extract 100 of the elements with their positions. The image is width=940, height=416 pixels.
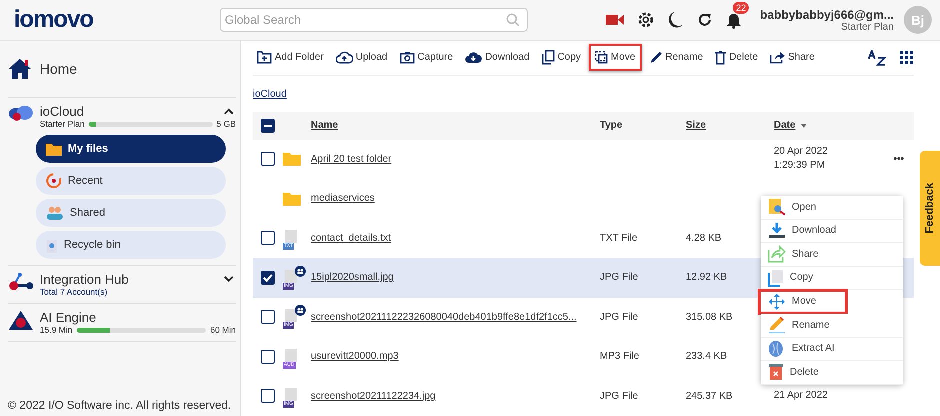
clock-icon xyxy=(46,173,62,189)
cloud-upload-icon xyxy=(336,51,353,64)
video-camera-icon[interactable] xyxy=(606,14,624,26)
limit-label: 60 Min xyxy=(210,325,236,335)
sort-caret-icon xyxy=(800,124,807,128)
copy-icon xyxy=(542,50,555,66)
row-checkbox[interactable] xyxy=(261,310,275,324)
menu-item[interactable]: Delete xyxy=(761,361,903,384)
file-size: 4.28 KB xyxy=(686,232,723,244)
settings-icon[interactable] xyxy=(637,11,656,29)
share-icon xyxy=(770,51,786,64)
column-header[interactable]: Size xyxy=(686,120,706,131)
accounts-label: Total 7 Account(s) xyxy=(40,287,109,297)
menu-item[interactable]: Download xyxy=(761,220,903,243)
sort-icon[interactable] xyxy=(868,50,886,66)
user-plan: Starter Plan xyxy=(841,22,894,32)
menu-item[interactable]: Extract AI xyxy=(761,338,903,361)
bell-icon[interactable] xyxy=(726,11,742,29)
home-link[interactable]: Home xyxy=(40,61,78,77)
toolbar-button[interactable]: Upload xyxy=(332,46,392,70)
column-header[interactable]: Type xyxy=(600,120,623,131)
refresh-icon[interactable] xyxy=(697,12,714,28)
move-icon xyxy=(595,51,608,64)
trash-icon xyxy=(768,363,784,382)
ai-engine-icon xyxy=(8,310,34,332)
menu-item[interactable]: Open xyxy=(761,196,903,220)
download-icon xyxy=(768,222,786,240)
file-type: TXT File xyxy=(600,232,639,244)
file-name-link[interactable]: April 20 test folder xyxy=(311,154,392,165)
section-title: ioCloud xyxy=(40,104,84,119)
notification-badge: 22 xyxy=(733,2,750,14)
file-date: 21 Apr 2022 xyxy=(774,389,829,404)
feedback-tab[interactable]: Feedback xyxy=(920,151,940,266)
menu-item[interactable]: Move xyxy=(761,292,845,312)
search-icon xyxy=(506,13,520,27)
people-icon xyxy=(46,206,64,220)
grid-view-icon[interactable] xyxy=(900,50,914,65)
file-name-link[interactable]: screenshot202111222326080040deb401b9ffe8e1df2f1cc5... xyxy=(311,312,577,323)
more-button[interactable]: ••• xyxy=(884,154,914,165)
toolbar-button[interactable]: Move xyxy=(589,44,642,72)
search-field[interactable]: Global Search xyxy=(220,8,528,32)
row-checkbox[interactable] xyxy=(261,389,275,404)
menu-item[interactable]: Copy xyxy=(761,266,903,290)
cloud-download-icon xyxy=(465,51,482,64)
camera-icon xyxy=(400,51,415,64)
file-type: JPG File xyxy=(600,390,640,402)
menu-item[interactable]: Share xyxy=(761,243,903,266)
toolbar-button[interactable]: Rename xyxy=(646,46,708,70)
folder-plus-icon xyxy=(257,51,272,64)
menu-item[interactable]: Rename xyxy=(761,314,903,338)
select-all-checkbox[interactable] xyxy=(261,118,275,132)
toolbar-button[interactable]: Capture xyxy=(396,46,458,70)
file-name-link[interactable]: 15ipl2020small.jpg xyxy=(311,272,394,284)
pencil-icon xyxy=(768,316,786,334)
toolbar-button[interactable]: Download xyxy=(461,46,534,70)
hub-icon xyxy=(8,272,34,292)
toolbar-button[interactable]: Add Folder xyxy=(253,46,328,70)
toolbar-button[interactable]: Copy xyxy=(538,45,586,70)
file-size: 233.4 KB xyxy=(686,351,728,362)
file-type: JPG File xyxy=(600,312,640,323)
move-arrows-icon xyxy=(768,292,786,310)
chevron-icon[interactable] xyxy=(224,108,234,115)
nav-item[interactable]: My files xyxy=(36,135,226,163)
user-email: babbybabbyj666@gm... xyxy=(760,8,894,22)
nav-item[interactable]: Recent xyxy=(36,167,226,195)
toolbar-button[interactable]: Share xyxy=(766,46,819,70)
usage-label: 15.9 Min xyxy=(40,325,73,335)
file-name-link[interactable]: usurevitt20000.mp3 xyxy=(311,351,399,362)
file-size: 12.92 KB xyxy=(686,272,728,284)
moon-icon[interactable] xyxy=(668,11,684,29)
file-name-link[interactable]: contact_details.txt xyxy=(311,232,392,244)
trash-icon xyxy=(715,50,726,65)
file-size: 245.37 KB xyxy=(686,390,734,402)
nav-item[interactable]: Shared xyxy=(36,199,226,227)
folder-icon xyxy=(46,142,62,156)
quota-label: 5 GB xyxy=(216,119,236,129)
column-header[interactable]: Date xyxy=(774,120,796,131)
folder-search-icon xyxy=(768,198,786,216)
row-checkbox[interactable] xyxy=(261,231,275,246)
section-title: Integration Hub xyxy=(40,272,129,287)
file-type: JPG File xyxy=(600,272,640,284)
file-name-link[interactable]: screenshot20211122234.jpg xyxy=(311,390,436,402)
plan-label: Starter Plan xyxy=(40,119,85,129)
breadcrumb-link[interactable]: ioCloud xyxy=(253,88,287,100)
file-size: 315.08 KB xyxy=(686,312,734,323)
file-type: MP3 File xyxy=(600,351,640,362)
folder-icon xyxy=(283,152,301,166)
logo: iomovo xyxy=(14,6,94,34)
toolbar-button[interactable]: Delete xyxy=(711,46,762,70)
row-checkbox[interactable] xyxy=(261,270,275,285)
file-time: 1:29:39 PM xyxy=(774,159,826,174)
column-header[interactable]: Name xyxy=(311,120,338,131)
row-checkbox[interactable] xyxy=(261,350,275,364)
chevron-icon[interactable] xyxy=(224,276,234,283)
nav-item[interactable]: Recycle bin xyxy=(36,231,226,259)
file-name-link[interactable]: mediaservices xyxy=(311,193,375,204)
pencil-icon xyxy=(650,51,662,64)
folder-icon xyxy=(283,192,301,206)
house-icon xyxy=(8,58,32,80)
row-checkbox[interactable] xyxy=(261,152,275,166)
